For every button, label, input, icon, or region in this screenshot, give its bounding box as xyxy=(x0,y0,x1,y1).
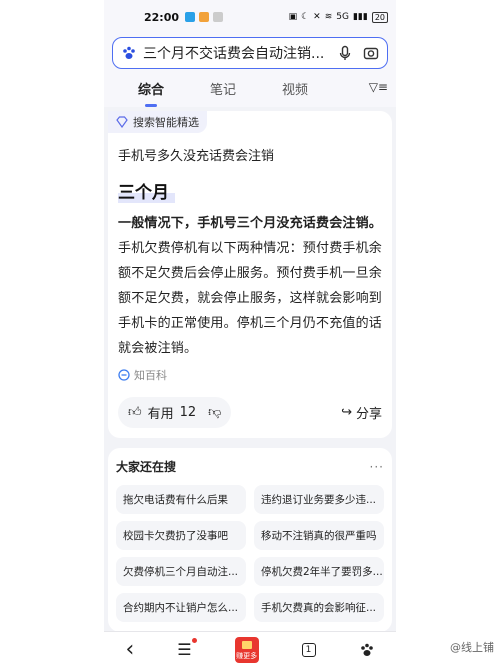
notification-icons xyxy=(185,12,224,22)
baidu-paw-home-icon[interactable] xyxy=(359,642,375,658)
answer-text: 一般情况下，手机号三个月没充话费会注销。手机欠费停机有以下两种情况：预付费手机余… xyxy=(118,211,382,361)
watermark: @线上铺 xyxy=(450,641,494,654)
signal-label: 5G xyxy=(336,12,349,22)
ai-answer-card: 搜索智能精选 手机号多久没充话费会注销 三个月 一般情况下，手机号三个月没充话费… xyxy=(108,111,392,438)
ai-badge: 搜索智能精选 xyxy=(108,111,207,133)
more-options-icon[interactable]: ··· xyxy=(370,460,384,474)
nfc-icon: ▣ xyxy=(288,12,298,22)
related-search-chip[interactable]: 手机欠费真的会影响征... xyxy=(254,593,384,622)
related-search-chip[interactable]: 停机欠费2年半了要罚多... xyxy=(254,557,384,586)
baidu-paw-icon xyxy=(123,46,135,59)
card-question[interactable]: 手机号多久没充话费会注销 xyxy=(118,145,382,164)
status-bar: 22:00 ▣ ☾ ✕ ≋ 5G ▮▮▮ 20 xyxy=(104,0,396,34)
thumbs-up-icon[interactable]: 👍︎ xyxy=(128,405,142,420)
share-button[interactable]: ↪ 分享 xyxy=(341,403,382,422)
related-search-chip[interactable]: 违约退订业务要多少违... xyxy=(254,485,384,514)
related-search-chip[interactable]: 移动不注销真的很严重吗 xyxy=(254,521,384,550)
microphone-icon[interactable] xyxy=(337,45,353,61)
tab-videos[interactable]: 视频 xyxy=(282,79,308,98)
card-actions: 👍︎ 有用 12 👎︎ ↪ 分享 xyxy=(118,397,382,428)
related-search-chip[interactable]: 合约期内不让销户怎么... xyxy=(116,593,246,622)
share-icon: ↪ xyxy=(341,405,352,420)
status-time: 22:00 xyxy=(144,10,180,24)
related-searches: 大家还在搜 ··· 拖欠电话费有什么后果 违约退订业务要多少违... 校园卡欠费扔了… xyxy=(108,448,392,632)
answer-bold: 一般情况下，手机号三个月没充话费会注销。 xyxy=(118,216,383,231)
related-grid: 拖欠电话费有什么后果 违约退订业务要多少违... 校园卡欠费扔了没事吧 移动不注销真的… xyxy=(116,485,384,622)
related-search-chip[interactable]: 校园卡欠费扔了没事吧 xyxy=(116,521,246,550)
zhibaike-logo-icon xyxy=(118,369,130,381)
wifi-icon: ≋ xyxy=(324,12,333,22)
search-box[interactable]: 三个月不交话费会自动注销... xyxy=(112,37,388,69)
tab-comprehensive[interactable]: 综合 xyxy=(138,79,164,98)
tab-count-icon[interactable]: 1 xyxy=(301,642,316,657)
answer-headline: 三个月 xyxy=(118,178,175,203)
answer-rest: 手机欠费停机有以下两种情况：预付费手机余额不足欠费后会停止服务。预付费手机一旦余… xyxy=(118,241,383,356)
battery-icon: 20 xyxy=(371,11,388,23)
tab-notes[interactable]: 笔记 xyxy=(210,79,236,98)
system-icons: ▣ ☾ ✕ ≋ 5G ▮▮▮ 20 xyxy=(288,11,388,23)
menu-dot-icon xyxy=(191,638,197,643)
source-label: 知百科 xyxy=(134,369,167,382)
earn-more-label: 赚更多 xyxy=(236,651,258,660)
back-icon[interactable]: ‹ xyxy=(125,637,134,662)
related-search-chip[interactable]: 欠费停机三个月自动注... xyxy=(116,557,246,586)
envelope-icon xyxy=(241,640,252,649)
bottom-nav: ‹ ☰ 赚更多 1 xyxy=(104,631,396,667)
app-notification-icon xyxy=(199,12,210,22)
related-title: 大家还在搜 xyxy=(116,460,177,474)
earn-more-button[interactable]: 赚更多 xyxy=(234,636,259,663)
camera-icon[interactable] xyxy=(363,45,379,61)
telegram-icon xyxy=(185,12,196,22)
result-tabs: 综合 笔记 视频 ▽≡ xyxy=(104,69,396,107)
ai-badge-label: 搜索智能精选 xyxy=(133,116,199,129)
signal-icon: ▮▮▮ xyxy=(352,12,368,22)
source-link[interactable]: 知百科 xyxy=(118,367,382,383)
feedback-pill: 👍︎ 有用 12 👎︎ xyxy=(118,397,232,428)
share-label: 分享 xyxy=(355,407,382,422)
diamond-icon xyxy=(116,116,128,128)
related-header: 大家还在搜 ··· xyxy=(116,458,384,475)
dot-icon xyxy=(213,12,224,22)
useful-label[interactable]: 有用 xyxy=(148,403,174,422)
filter-icon[interactable]: ▽≡ xyxy=(369,80,388,94)
related-search-chip[interactable]: 拖欠电话费有什么后果 xyxy=(116,485,246,514)
search-results-screen: 22:00 ▣ ☾ ✕ ≋ 5G ▮▮▮ 20 三个月不交话费会自动注销... xyxy=(104,0,396,667)
search-query[interactable]: 三个月不交话费会自动注销... xyxy=(143,43,327,63)
menu-icon[interactable]: ☰ xyxy=(177,638,197,659)
useful-count: 12 xyxy=(179,405,197,420)
thumbs-down-icon[interactable]: 👎︎ xyxy=(208,405,221,420)
search-area: 三个月不交话费会自动注销... xyxy=(104,34,396,69)
answer-box: 三个月 一般情况下，手机号三个月没充话费会注销。手机欠费停机有以下两种情况：预付… xyxy=(118,178,382,361)
mute-icon: ✕ xyxy=(313,12,321,22)
moon-icon: ☾ xyxy=(301,12,310,22)
menu-glyph: ☰ xyxy=(177,640,192,659)
